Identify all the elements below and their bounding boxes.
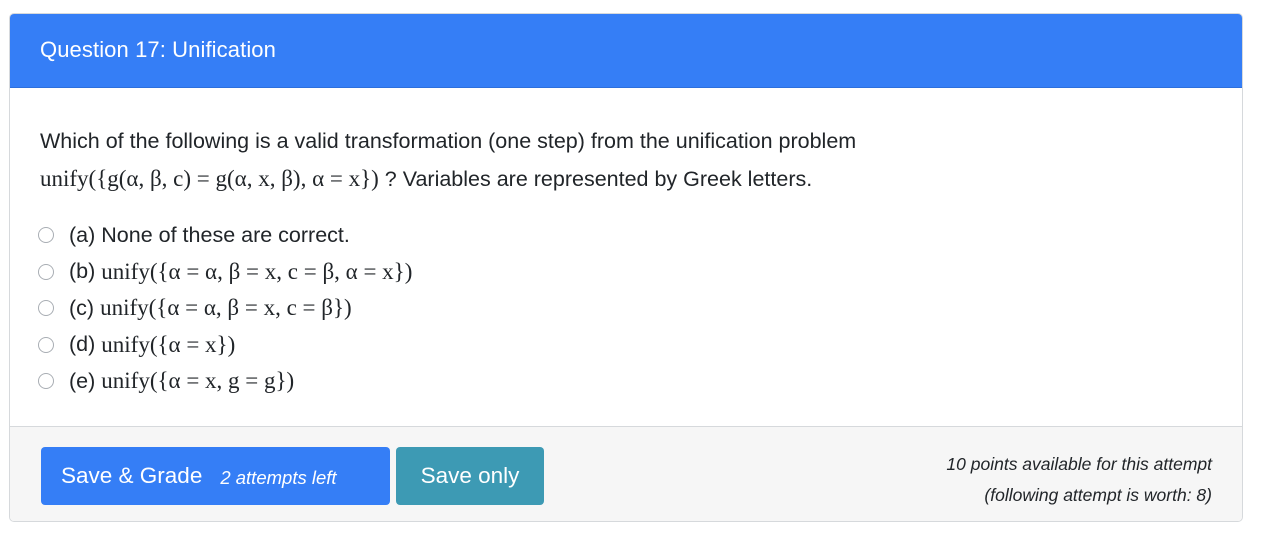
option-c-letter: (c): [69, 295, 95, 320]
option-c-text: unify({α = α, β = x, c = β}): [100, 295, 352, 321]
option-e-text: unify({α = x, g = g}): [101, 368, 295, 394]
option-a-text: None of these are correct.: [101, 222, 350, 247]
question-card: Question 17: Unification Which of the fo…: [9, 13, 1243, 522]
answer-options: (a) None of these are correct. (b) unify…: [38, 217, 412, 400]
option-e-letter: (e): [69, 368, 96, 393]
option-b[interactable]: (b) unify({α = α, β = x, c = β, α = x}): [38, 254, 412, 291]
option-b-letter: (b): [69, 259, 96, 284]
save-and-grade-button[interactable]: Save & Grade 2 attempts left: [41, 447, 390, 505]
option-d-letter: (d): [69, 332, 96, 357]
attempts-left-label: 2 attempts left: [220, 466, 337, 488]
question-text-before: Which of the following is a valid transf…: [40, 129, 857, 153]
option-a[interactable]: (a) None of these are correct.: [38, 217, 412, 254]
question-header: Question 17: Unification: [10, 14, 1242, 88]
question-prompt: Which of the following is a valid transf…: [40, 123, 1200, 198]
next-attempt-worth-text: (following attempt is worth: 8): [984, 485, 1212, 505]
radio-option-d[interactable]: [38, 336, 54, 353]
save-and-grade-label: Save & Grade: [61, 463, 203, 488]
question-footer: Save & Grade 2 attempts left Save only 1…: [10, 426, 1242, 521]
radio-option-a[interactable]: [38, 227, 54, 244]
save-only-button[interactable]: Save only: [396, 447, 544, 505]
option-a-letter: (a): [69, 222, 96, 247]
radio-option-e[interactable]: [38, 373, 54, 390]
save-only-label: Save only: [420, 463, 520, 488]
radio-option-b[interactable]: [38, 263, 54, 280]
option-b-text: unify({α = α, β = x, c = β, α = x}): [101, 258, 413, 284]
option-d[interactable]: (d) unify({α = x}): [38, 327, 412, 364]
question-expression: unify({g(α, β, c) = g(α, x, β), α = x}): [40, 166, 379, 191]
option-c[interactable]: (c) unify({α = α, β = x, c = β}): [38, 290, 412, 327]
points-info: 10 points available for this attempt (fo…: [946, 449, 1212, 511]
radio-option-c[interactable]: [38, 300, 54, 317]
option-e[interactable]: (e) unify({α = x, g = g}): [38, 363, 412, 400]
points-available-text: 10 points available for this attempt: [946, 454, 1212, 474]
question-text-after: ? Variables are represented by Greek let…: [378, 167, 813, 191]
question-title: Question 17: Unification: [40, 37, 276, 62]
option-d-text: unify({α = x}): [101, 331, 236, 357]
